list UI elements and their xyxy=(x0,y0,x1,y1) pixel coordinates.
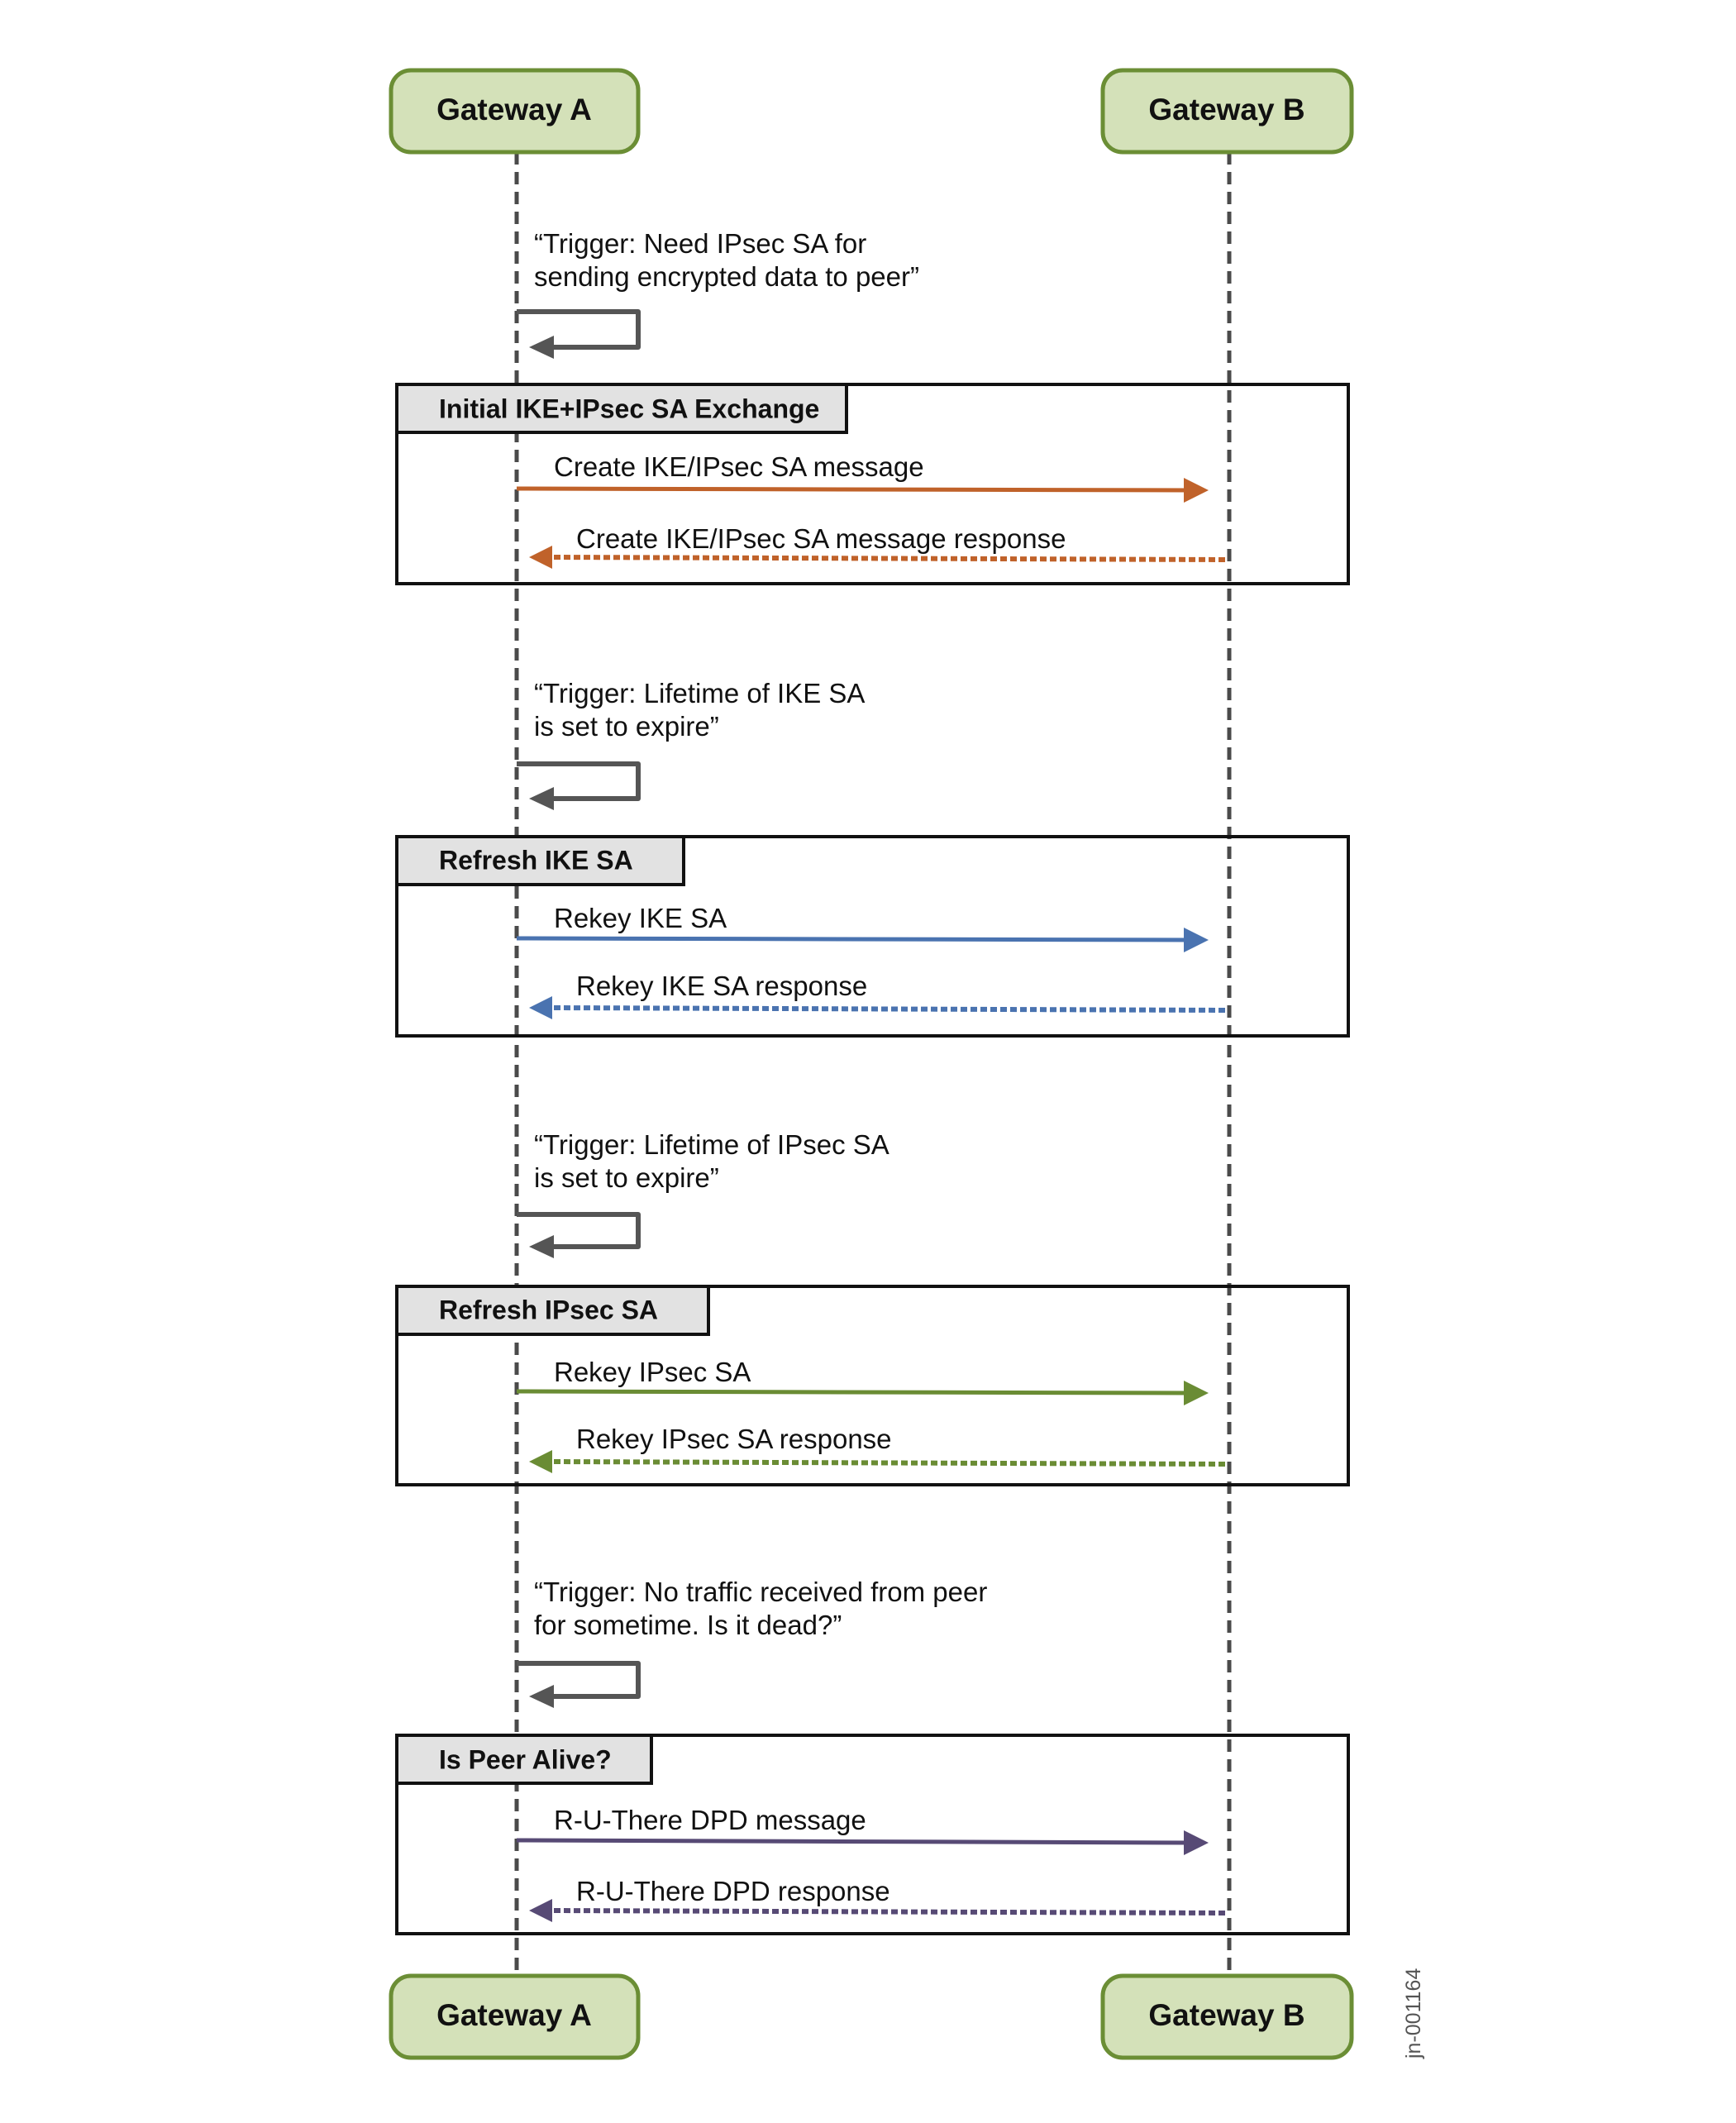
actor-label: Gateway A xyxy=(436,93,592,126)
arrowhead-icon xyxy=(529,1899,552,1922)
frame-label: Initial IKE+IPsec SA Exchange xyxy=(439,394,819,423)
arrowhead-icon xyxy=(529,1235,554,1258)
trigger-text-line-2: sending encrypted data to peer” xyxy=(534,261,919,292)
arrowhead-icon xyxy=(529,1685,554,1708)
self-message-arrow xyxy=(517,309,641,350)
trigger-text-line-2: is set to expire” xyxy=(534,711,719,742)
request-label: R-U-There DPD message xyxy=(554,1805,866,1835)
actor-gateway-a-top: Gateway A xyxy=(389,68,641,155)
response-label: Rekey IPsec SA response xyxy=(576,1424,892,1454)
self-message-arrow xyxy=(517,761,641,801)
frame-label: Refresh IPsec SA xyxy=(439,1295,658,1324)
trigger-text-line-2: for sometime. Is it dead?” xyxy=(534,1610,842,1640)
section-initial-exchange: “Trigger: Need IPsec SA for sending encr… xyxy=(395,228,1350,585)
arrowhead-icon xyxy=(1184,478,1209,503)
actor-gateway-a-bottom: Gateway A xyxy=(389,1973,641,2060)
actor-label: Gateway B xyxy=(1148,93,1304,126)
response-label: Create IKE/IPsec SA message response xyxy=(576,523,1066,554)
request-arrow xyxy=(516,1389,1191,1395)
request-arrow xyxy=(516,1838,1191,1845)
arrowhead-icon xyxy=(529,996,552,1019)
section-refresh-ike-sa: “Trigger: Lifetime of IKE SA is set to e… xyxy=(395,678,1350,1038)
sequence-diagram: Gateway A Gateway B Gateway A Gateway B … xyxy=(389,68,1425,2060)
frame-label: Refresh IKE SA xyxy=(439,845,633,875)
request-arrow xyxy=(516,486,1191,493)
request-arrow xyxy=(516,936,1191,942)
self-message-arrow xyxy=(517,1661,641,1699)
request-label: Create IKE/IPsec SA message xyxy=(554,451,924,482)
trigger-text-line-1: “Trigger: Lifetime of IPsec SA xyxy=(534,1129,889,1160)
arrowhead-icon xyxy=(529,546,552,569)
figure-id-watermark: jn-001164 xyxy=(1402,1968,1425,2059)
request-label: Rekey IPsec SA xyxy=(554,1357,751,1387)
frame-label: Is Peer Alive? xyxy=(439,1744,612,1774)
response-label: R-U-There DPD response xyxy=(576,1876,890,1906)
trigger-text-line-1: “Trigger: Need IPsec SA for xyxy=(534,228,866,259)
trigger-text-line-2: is set to expire” xyxy=(534,1162,719,1193)
actor-gateway-b-bottom: Gateway B xyxy=(1100,1973,1354,2060)
arrowhead-icon xyxy=(1184,928,1209,952)
self-message-arrow xyxy=(517,1212,641,1249)
arrowhead-icon xyxy=(529,336,554,359)
arrowhead-icon xyxy=(1184,1381,1209,1405)
response-label: Rekey IKE SA response xyxy=(576,971,867,1001)
trigger-text-line-1: “Trigger: Lifetime of IKE SA xyxy=(534,678,865,708)
response-arrow xyxy=(553,555,1226,562)
request-label: Rekey IKE SA xyxy=(554,903,727,933)
section-refresh-ipsec-sa: “Trigger: Lifetime of IPsec SA is set to… xyxy=(395,1129,1350,1486)
actor-gateway-b-top: Gateway B xyxy=(1100,68,1354,155)
arrowhead-icon xyxy=(1184,1830,1209,1855)
actor-label: Gateway B xyxy=(1148,1998,1304,2032)
trigger-text-line-1: “Trigger: No traffic received from peer xyxy=(534,1577,987,1607)
arrowhead-icon xyxy=(529,787,554,810)
response-arrow xyxy=(553,1908,1226,1915)
arrowhead-icon xyxy=(529,1450,552,1473)
section-is-peer-alive: “Trigger: No traffic received from peer … xyxy=(395,1577,1350,1935)
response-arrow xyxy=(553,1005,1226,1013)
response-arrow xyxy=(553,1459,1226,1467)
actor-label: Gateway A xyxy=(436,1998,592,2032)
